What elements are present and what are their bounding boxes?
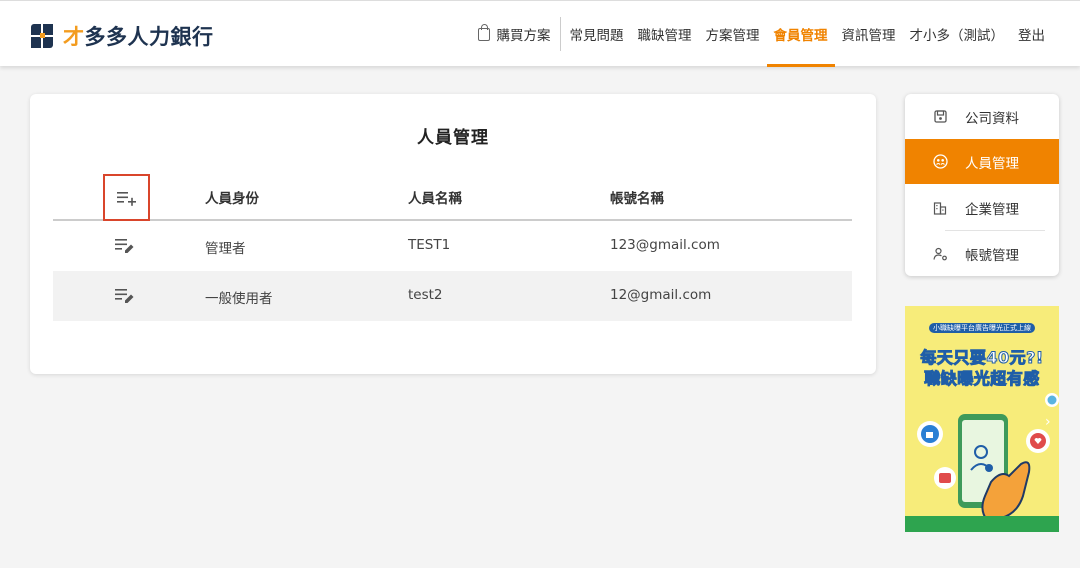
edit-staff-button[interactable] — [115, 287, 137, 307]
shopping-bag-icon — [477, 23, 490, 41]
logo-mark-icon — [31, 24, 53, 48]
nav-label: 購買方案 — [496, 28, 551, 44]
nav-buy-plan[interactable]: 購買方案 — [471, 1, 558, 67]
side-item-enterprise-management[interactable]: 企業管理 — [905, 185, 1059, 230]
side-item-label: 帳號管理 — [965, 247, 1019, 264]
ad-next-arrow-icon: › — [1045, 414, 1051, 430]
people-icon — [932, 154, 948, 170]
side-item-label: 企業管理 — [965, 201, 1019, 218]
user-gear-icon — [932, 246, 948, 262]
cell-account: 12@gmail.com — [610, 287, 712, 303]
ad-top-ribbon: 小職缺曝平台廣告曝光正式上線 — [905, 323, 1059, 333]
cell-account: 123@gmail.com — [610, 237, 720, 253]
cell-name: TEST1 — [408, 237, 451, 253]
col-header-name: 人員名稱 — [408, 191, 462, 207]
table-header: 人員身份 人員名稱 帳號名稱 — [53, 170, 852, 221]
building-icon — [932, 200, 948, 216]
table-row: 管理者 TEST1 123@gmail.com — [53, 221, 852, 271]
side-item-label: 公司資料 — [965, 110, 1019, 127]
nav-info-management[interactable]: 資訊管理 — [835, 1, 903, 67]
playlist-edit-icon — [115, 239, 134, 253]
alert-bubble-icon — [934, 467, 956, 489]
side-item-company-info[interactable]: 公司資料 — [905, 94, 1059, 139]
nav-job-management[interactable]: 職缺管理 — [631, 1, 699, 67]
nav-user-name[interactable]: 才小多（測試） — [903, 1, 1012, 67]
like-bubble-icon — [917, 421, 943, 447]
cell-name: test2 — [408, 287, 443, 303]
playlist-add-icon — [116, 191, 136, 206]
logo[interactable]: 才多多人力銀行 — [31, 21, 214, 51]
add-staff-button[interactable] — [103, 174, 150, 221]
ad-ground — [905, 516, 1059, 532]
side-item-account-management[interactable]: 帳號管理 — [905, 231, 1059, 276]
heart-small-icon — [1045, 393, 1059, 407]
nav-faq[interactable]: 常見問題 — [563, 1, 631, 67]
main-nav: 購買方案 常見問題 職缺管理 方案管理 會員管理 資訊管理 才小多（測試） 登出 — [471, 1, 1053, 67]
staff-management-card: 人員管理 人員身份 人員名稱 帳號名稱 管理者 TEST1 123@gmail.… — [30, 94, 876, 374]
col-header-account: 帳號名稱 — [610, 191, 664, 207]
save-icon — [932, 109, 948, 125]
side-menu: 公司資料 人員管理 企業管理 帳號管理 — [905, 94, 1059, 276]
table-row: 一般使用者 test2 12@gmail.com — [53, 271, 852, 321]
staff-table: 人員身份 人員名稱 帳號名稱 管理者 TEST1 123@gmail.com 一… — [53, 170, 852, 321]
ad-illustration: › — [917, 393, 1059, 522]
playlist-edit-icon — [115, 289, 134, 303]
cell-role: 管理者 — [205, 241, 246, 257]
nav-plan-management[interactable]: 方案管理 — [699, 1, 767, 67]
top-header: 才多多人力銀行 購買方案 常見問題 職缺管理 方案管理 會員管理 資訊管理 才小… — [0, 0, 1080, 67]
side-item-label: 人員管理 — [965, 155, 1019, 172]
side-item-staff-management[interactable]: 人員管理 — [905, 139, 1059, 184]
logo-text: 才多多人力銀行 — [63, 25, 214, 49]
nav-member-management[interactable]: 會員管理 — [766, 1, 835, 67]
page-title: 人員管理 — [417, 128, 489, 148]
ad-banner[interactable]: 小職缺曝平台廣告曝光正式上線 每天只要40元?! 職缺曝光超有感 › — [905, 306, 1059, 532]
nav-divider — [559, 17, 561, 51]
col-header-role: 人員身份 — [205, 191, 259, 207]
nav-logout[interactable]: 登出 — [1011, 1, 1052, 67]
edit-staff-button[interactable] — [115, 237, 137, 257]
cell-role: 一般使用者 — [205, 291, 273, 307]
heart-bubble-icon — [1026, 429, 1050, 453]
